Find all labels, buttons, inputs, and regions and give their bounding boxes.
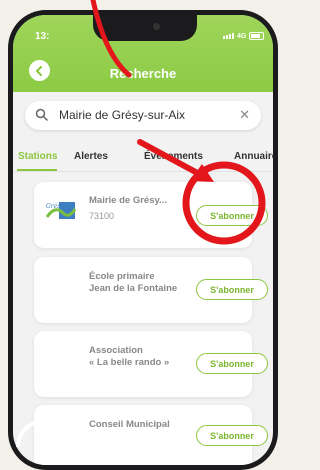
active-tab-indicator [17,169,57,171]
list-item[interactable]: École primaire Jean de la Fontaine S'abo… [34,257,268,323]
app-header: 13: 4G Recherche [13,15,273,92]
tab-bar: Stations Alertes Événements Annuaire [13,147,273,172]
status-indicators: 4G [223,32,265,40]
result-name-line1: Association [89,345,143,356]
tab-alertes[interactable]: Alertes [74,151,108,162]
subscribe-button[interactable]: S'abonner [196,279,268,300]
result-name-line2: Jean de la Fontaine [89,283,178,294]
list-item[interactable]: Association « La belle rando » S'abonner [34,331,268,397]
tab-evenements[interactable]: Événements [144,151,203,162]
subscribe-button[interactable]: S'abonner [196,425,268,446]
clear-icon[interactable]: ✕ [239,107,250,123]
subscribe-button[interactable]: S'abonner [196,353,268,374]
signal-icon [223,33,234,39]
search-icon [35,108,49,122]
result-name: Mairie de Grésy... [89,195,167,206]
result-name-line2: « La belle rando » [89,357,170,368]
search-value: Mairie de Grésy-sur-Aix [59,108,186,122]
tab-stations[interactable]: Stations [18,151,57,162]
tab-annuaire[interactable]: Annuaire [234,151,273,162]
list-item[interactable]: Grésy Mairie de Grésy... 73100 S'abonner [34,182,268,248]
result-name-line1: École primaire [89,271,155,282]
page-title: Recherche [109,66,177,81]
battery-icon [249,32,265,40]
status-time: 13: [35,31,50,42]
phone-screen: 13: 4G Recherche Mairie de Grésy-sur-Aix… [13,15,273,465]
svg-text:Grésy: Grésy [46,203,64,210]
mairie-logo: Grésy [45,202,77,219]
phone-notch [93,15,197,41]
result-name: Conseil Municipal [89,419,170,430]
search-input[interactable]: Mairie de Grésy-sur-Aix ✕ [25,101,261,130]
list-item[interactable]: Conseil Municipal S'abonner [34,405,268,465]
result-postcode: 73100 [89,211,115,221]
network-label: 4G [237,32,247,40]
subscribe-button[interactable]: S'abonner [196,205,268,226]
